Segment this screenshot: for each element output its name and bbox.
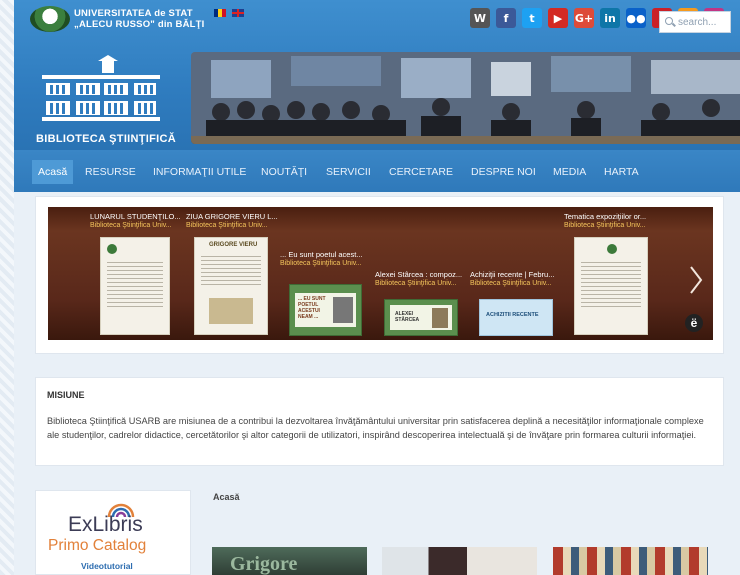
nav-item-resurse[interactable]: RESURSE	[85, 166, 136, 178]
primo-catalog-card[interactable]: ExLibris Primo Catalog Videotutorial	[35, 490, 191, 575]
language-switcher	[214, 9, 244, 17]
carousel-doc-6[interactable]	[574, 237, 648, 335]
carousel-item-source: Biblioteca Ştiinţifica Univ...	[90, 222, 172, 229]
library-title[interactable]: BIBLIOTECA ŞTIINŢIFICĂ	[36, 133, 176, 145]
news-thumbnail-3[interactable]	[553, 547, 708, 575]
carousel-item-title[interactable]: Achiziţii recente | Febru...	[470, 270, 554, 279]
carousel-item-source: Biblioteca Ştiinţifica Univ...	[564, 222, 646, 229]
carousel-item-title[interactable]: ZIUA GRIGORE VIERU L...	[186, 212, 278, 221]
header-banner-photo	[191, 52, 740, 144]
carousel-item-source: Biblioteca Ştiinţifica Univ...	[186, 222, 268, 229]
university-logo[interactable]	[30, 6, 70, 32]
left-decorative-strip	[0, 0, 14, 575]
carousel-item-title[interactable]: Alexei Stârcea : compoz...	[375, 270, 462, 279]
twitter-icon[interactable]: t	[522, 8, 542, 28]
carousel-item-title[interactable]: Tematica expoziţiilor or...	[564, 212, 646, 221]
youtube-icon[interactable]: ▶	[548, 8, 568, 28]
mission-text: Biblioteca Ştiinţifică USARB are misiune…	[47, 416, 704, 440]
carousel-item-title[interactable]: LUNARUL STUDENŢILO...	[90, 212, 181, 221]
doc-heading: GRIGORE VIERU	[209, 242, 258, 248]
nav-item-harta[interactable]: HARTA	[604, 166, 639, 178]
carousel-doc-3[interactable]: ... EU SUNT POETUL ACESTUI NEAM ...	[289, 284, 362, 336]
site-header: UNIVERSITATEA de STAT „ALECU RUSSO" din …	[14, 0, 740, 150]
carousel-doc-2[interactable]: GRIGORE VIERU	[194, 237, 268, 335]
english-flag-icon[interactable]	[232, 9, 244, 17]
issuu-badge-icon[interactable]: ë	[685, 314, 703, 332]
nav-item-media[interactable]: MEDIA	[553, 166, 586, 178]
nav-item-acasa[interactable]: Acasă	[32, 160, 74, 184]
nav-item-cercetare[interactable]: CERCETARE	[389, 166, 453, 178]
main-navigation: Acasă RESURSE INFORMAŢII UTILE NOUTĂŢI S…	[14, 150, 740, 192]
doc-heading: ALEXEI STÂRCEA	[395, 311, 420, 323]
carousel-doc-5[interactable]: ACHIZITII RECENTE	[479, 299, 553, 336]
banner-photo-image	[191, 52, 740, 144]
flickr-icon[interactable]: ●●	[626, 8, 646, 28]
thumbnail-text: Grigore	[230, 553, 298, 575]
carousel-item-source: Biblioteca Ştiinţifica Univ...	[470, 280, 552, 287]
university-name-line1: UNIVERSITATEA de STAT	[74, 8, 193, 19]
nav-item-informatii-utile[interactable]: INFORMAŢII UTILE	[153, 166, 246, 178]
news-thumbnail-1[interactable]: Grigore	[212, 547, 367, 575]
nav-item-noutati[interactable]: NOUTĂŢI	[261, 166, 307, 178]
news-thumbnail-2[interactable]	[382, 547, 537, 575]
news-carousel[interactable]: LUNARUL STUDENŢILO... Biblioteca Ştiinţi…	[48, 207, 713, 340]
primo-catalog-label: Primo Catalog	[48, 537, 147, 554]
carousel-item-source: Biblioteca Ştiinţifica Univ...	[375, 280, 457, 287]
doc-heading: ... EU SUNT POETUL ACESTUI NEAM ...	[298, 296, 326, 320]
wikipedia-icon[interactable]: W	[470, 8, 490, 28]
googleplus-icon[interactable]: G+	[574, 8, 594, 28]
university-name-line2: „ALECU RUSSO" din BĂLŢI	[74, 19, 205, 30]
romanian-flag-icon[interactable]	[214, 9, 226, 17]
nav-item-servicii[interactable]: SERVICII	[326, 166, 371, 178]
university-name[interactable]: UNIVERSITATEA de STAT „ALECU RUSSO" din …	[74, 8, 205, 30]
mission-title: MISIUNE	[47, 390, 85, 400]
carousel-doc-1[interactable]	[100, 237, 170, 335]
videotutorial-link[interactable]: Videotutorial	[81, 561, 133, 571]
nav-item-despre-noi[interactable]: DESPRE NOI	[471, 166, 536, 178]
carousel-item-title[interactable]: ... Eu sunt poetul acest...	[280, 250, 363, 259]
search-icon	[665, 17, 673, 25]
library-building-icon	[42, 55, 160, 121]
linkedin-icon[interactable]: in	[600, 8, 620, 28]
carousel-next-icon[interactable]	[689, 265, 703, 295]
carousel-doc-4[interactable]: ALEXEI STÂRCEA	[384, 299, 458, 336]
carousel-item-source: Biblioteca Ştiinţifica Univ...	[280, 260, 362, 267]
doc-heading: ACHIZITII RECENTE	[486, 312, 539, 318]
exlibris-logo-text: ExLibris	[68, 513, 143, 536]
main-section-heading: Acasă	[213, 492, 240, 502]
facebook-icon[interactable]: f	[496, 8, 516, 28]
